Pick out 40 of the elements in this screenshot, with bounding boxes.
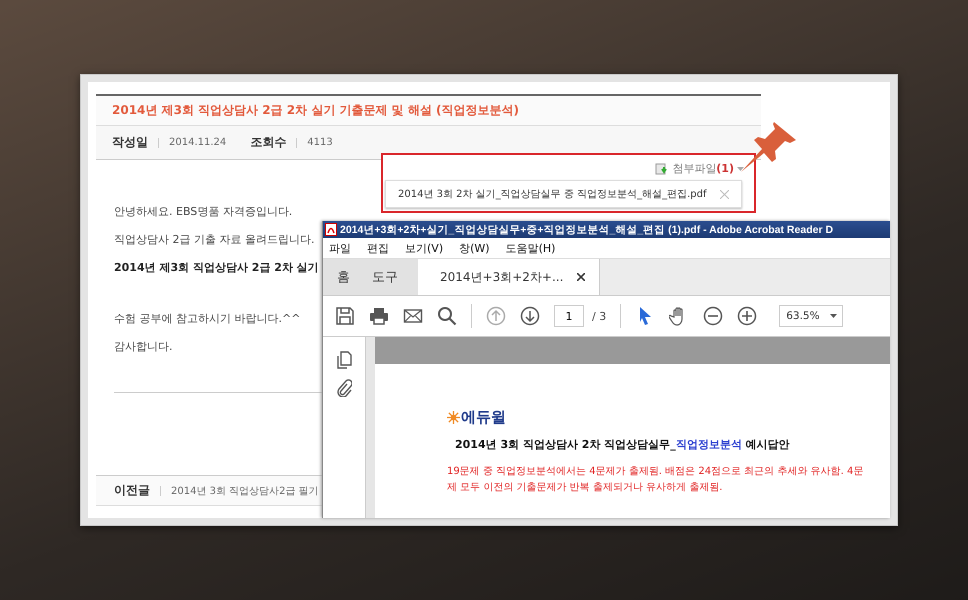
attachment-toggle[interactable]: 첨부파일(1): [672, 161, 734, 176]
page-total: / 3: [592, 310, 606, 322]
menu-item[interactable]: 도움말(H): [506, 240, 556, 256]
meta-value: 2014.11.24: [169, 137, 226, 148]
meta-label: 조회수: [250, 134, 286, 151]
pages-icon[interactable]: [336, 351, 352, 369]
prev-post-label: 이전글: [114, 482, 150, 499]
page-number-field[interactable]: 1: [554, 305, 584, 327]
logo-text: 에듀윌: [461, 408, 506, 427]
meta-label: 작성일: [112, 134, 148, 151]
save-icon[interactable]: [335, 306, 355, 326]
caret-icon[interactable]: [830, 314, 837, 318]
meta-value: 4113: [307, 137, 333, 148]
nav-tab[interactable]: 도구: [372, 268, 398, 286]
post-paragraph: 2014년 제3회 직업상담사 2급 2차 실기: [114, 260, 319, 275]
zoom-in-icon[interactable]: [737, 306, 758, 326]
printer-icon[interactable]: [369, 306, 389, 326]
document-note: 19문제 중 직업정보분석에서는 4문제가 출제됨. 배점은 24점으로 최근의 추세와 유사함. 4문제 모두 이전의 기출문제가 반복 출제되거나 유사하게 출제됨.: [447, 465, 864, 495]
menu-item[interactable]: 보기(V): [405, 240, 444, 256]
post-paragraph: 직업상담사 2급 기출 자료 올려드립니다.: [114, 232, 314, 247]
post-paragraph: 감사합니다.: [114, 339, 172, 354]
close-icon[interactable]: [577, 273, 586, 281]
post-paragraph: 안녕하세요. EBS명품 자격증입니다.: [114, 204, 292, 219]
paperclip-icon[interactable]: [336, 379, 352, 397]
menu-item[interactable]: 창(W): [459, 240, 490, 256]
post-title: 2014년 제3회 직업상담사 2급 2차 실기 기출문제 및 해설 (직업정보분석): [112, 102, 520, 119]
zoom-dropdown[interactable]: 63.5%: [779, 305, 844, 327]
document-tab[interactable]: 2014년+3회+2차+...: [418, 259, 600, 295]
menu-item[interactable]: 편집: [367, 240, 389, 256]
prev-post-link[interactable]: 2014년 3회 직업상담사2급 필기: [171, 484, 319, 498]
window-title: 2014년+3회+2차+실기_직업상담실무+중+직업정보분석_해설_편집 (1).pdf - Adobe Acrobat Reader D: [340, 222, 834, 236]
nav-tab[interactable]: 홈: [337, 268, 350, 286]
file-download-icon: [655, 162, 670, 174]
pdf-file-icon: [325, 223, 337, 236]
search-icon[interactable]: [437, 306, 457, 326]
zoom-out-icon[interactable]: [703, 306, 724, 326]
document-heading: 2014년 3회 직업상담사 2차 직업상담실무_직업정보분석 예시답안: [455, 437, 791, 452]
menu-item[interactable]: 파일: [329, 240, 351, 256]
post-paragraph: 수험 공부에 참고하시기 바랍니다.^^: [114, 311, 300, 326]
sunburst-icon: [447, 411, 460, 424]
